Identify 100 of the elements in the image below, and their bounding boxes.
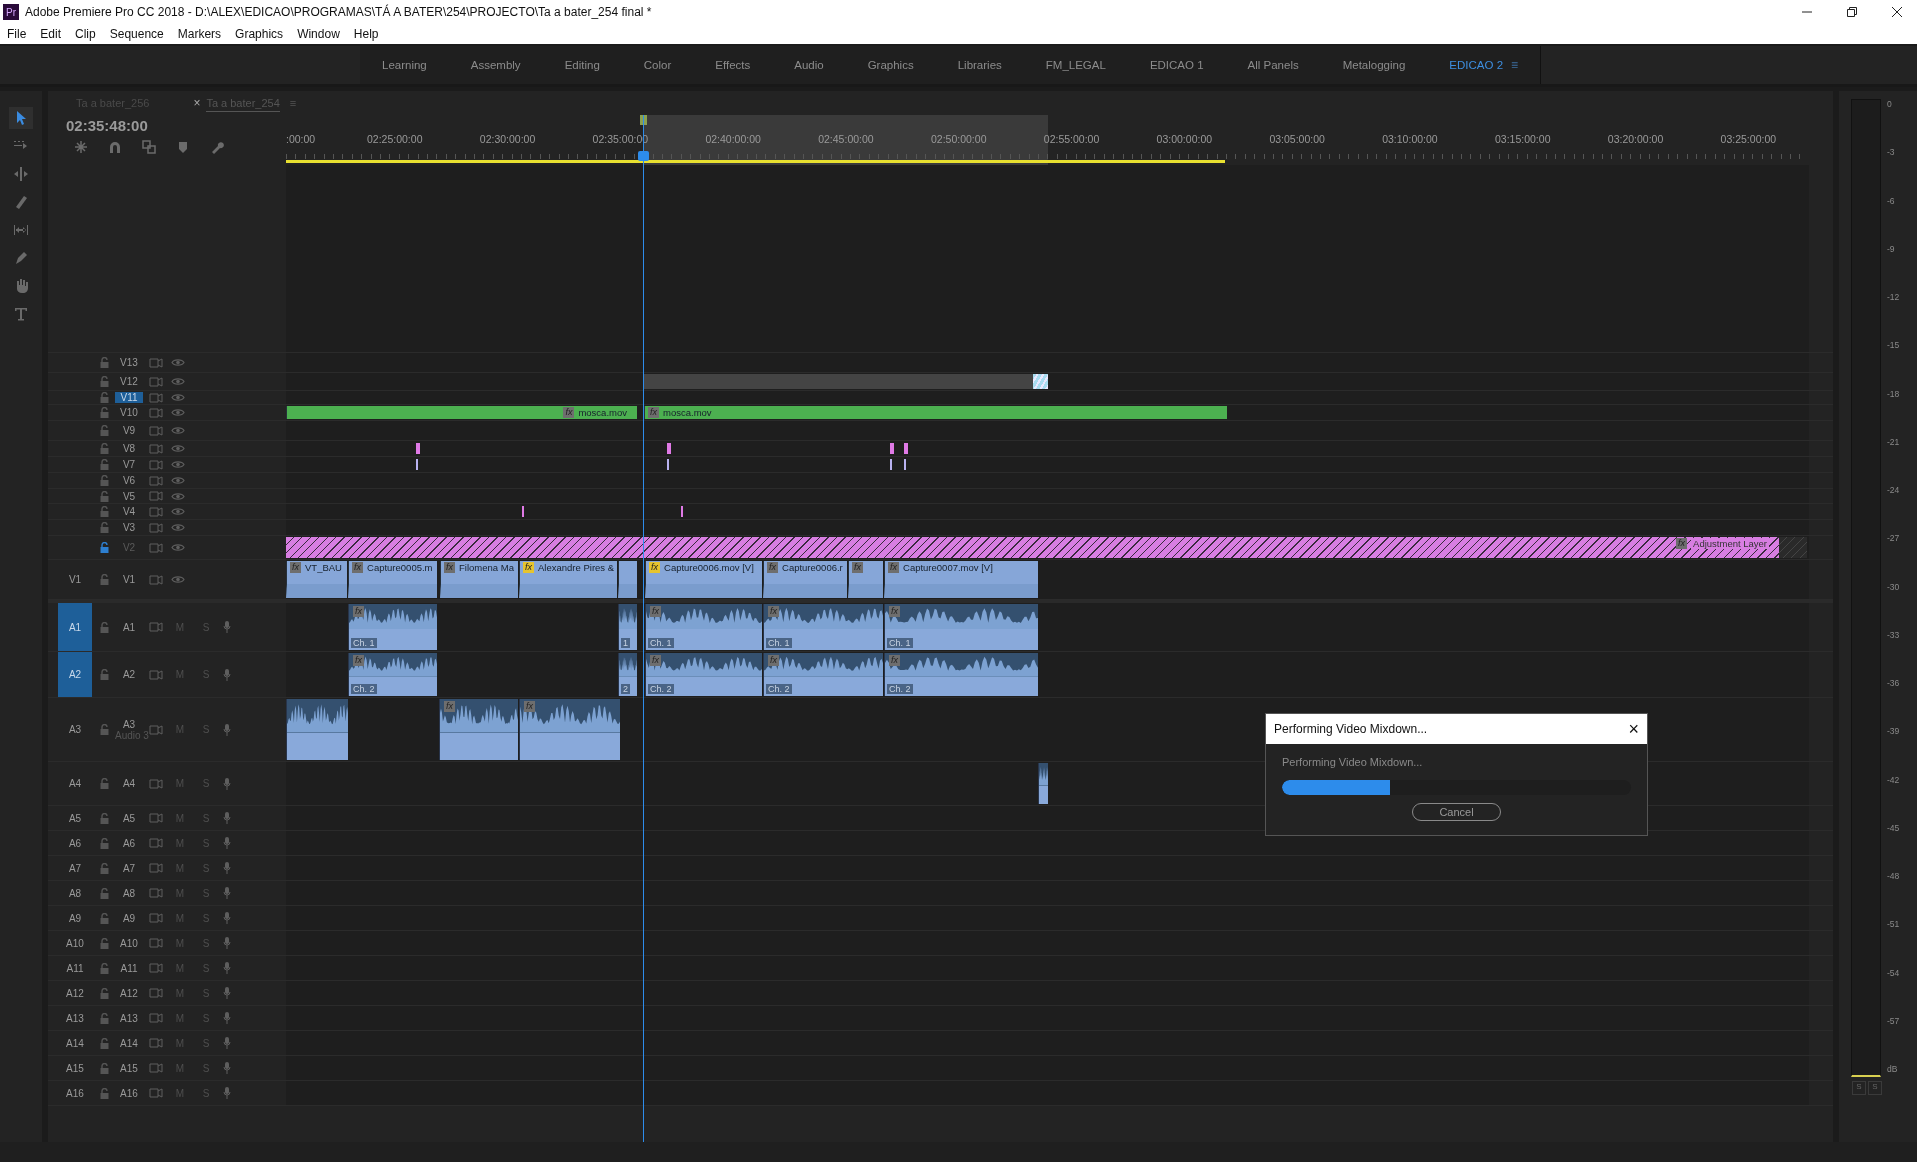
- track-name[interactable]: A14: [115, 1037, 143, 1049]
- sync-lock-icon[interactable]: [149, 988, 163, 998]
- source-patch[interactable]: A11: [58, 956, 92, 980]
- eye-icon[interactable]: [171, 377, 185, 386]
- lock-icon[interactable]: [100, 724, 109, 735]
- source-patch[interactable]: A3: [58, 698, 92, 761]
- audio-clip[interactable]: fx Ch. 2: [763, 653, 883, 696]
- menu-item[interactable]: Edit: [40, 27, 62, 41]
- lock-icon[interactable]: [100, 1087, 109, 1099]
- source-patch[interactable]: A7: [58, 856, 92, 880]
- source-patch[interactable]: A2: [58, 652, 92, 697]
- track-name[interactable]: V10: [115, 407, 143, 418]
- eye-icon[interactable]: [171, 476, 185, 485]
- sync-lock-icon[interactable]: [149, 778, 163, 789]
- microphone-icon[interactable]: [223, 1012, 231, 1024]
- eye-icon[interactable]: [171, 408, 185, 417]
- video-clip[interactable]: fx mosca.mov: [644, 406, 1227, 419]
- sync-lock-icon[interactable]: [149, 392, 163, 403]
- source-patch[interactable]: A10: [58, 931, 92, 955]
- eye-icon[interactable]: [171, 491, 185, 501]
- source-patch[interactable]: A9: [58, 906, 92, 930]
- track-name[interactable]: A8: [115, 887, 143, 899]
- restore-icon[interactable]: [1846, 6, 1858, 18]
- lock-icon[interactable]: [100, 962, 109, 974]
- audio-clip[interactable]: fx Ch. 1: [884, 604, 1038, 650]
- eye-icon[interactable]: [171, 543, 185, 552]
- lock-icon[interactable]: [100, 574, 109, 585]
- marker-icon[interactable]: [176, 140, 190, 154]
- microphone-icon[interactable]: [223, 987, 231, 999]
- linked-selection-icon[interactable]: [142, 140, 156, 154]
- sync-lock-icon[interactable]: [149, 407, 163, 418]
- track-name[interactable]: A2: [115, 669, 143, 680]
- microphone-icon[interactable]: [223, 837, 231, 849]
- track-name[interactable]: A16: [115, 1087, 143, 1099]
- lock-icon[interactable]: [100, 506, 109, 517]
- audio-clip[interactable]: fx: [519, 699, 620, 760]
- workspace-menu-button[interactable]: ≡: [1511, 58, 1519, 72]
- menu-item[interactable]: Graphics: [235, 27, 284, 41]
- sync-lock-icon[interactable]: [149, 574, 163, 585]
- track-name[interactable]: V6: [115, 475, 143, 486]
- lock-icon[interactable]: [100, 778, 109, 789]
- video-clip[interactable]: fx Capture0006.r: [763, 561, 847, 598]
- track-name[interactable]: V8: [115, 443, 143, 454]
- audio-clip[interactable]: [286, 699, 348, 760]
- track-name[interactable]: V9: [115, 425, 143, 436]
- video-clip[interactable]: fx mosca.mov: [286, 406, 637, 419]
- clip-marker[interactable]: [890, 459, 892, 470]
- track-name[interactable]: A13: [115, 1012, 143, 1024]
- eye-icon[interactable]: [171, 523, 185, 532]
- lock-icon[interactable]: [100, 887, 109, 899]
- lock-icon[interactable]: [100, 912, 109, 924]
- wrench-icon[interactable]: [210, 140, 224, 154]
- source-patch[interactable]: A13: [58, 1006, 92, 1030]
- sync-lock-icon[interactable]: [149, 913, 163, 923]
- video-clip[interactable]: fx Capture0005.m: [348, 561, 437, 598]
- video-clip[interactable]: fx Alexandre Pires &: [519, 561, 617, 598]
- lock-icon[interactable]: [100, 1012, 109, 1024]
- track-name[interactable]: V3: [115, 522, 143, 533]
- track-name[interactable]: V13: [115, 357, 143, 368]
- source-patch[interactable]: A8: [58, 881, 92, 905]
- track-name[interactable]: A11: [115, 962, 143, 974]
- workspace-tab[interactable]: Metalogging: [1320, 59, 1428, 71]
- lock-icon[interactable]: [100, 812, 109, 824]
- selection-tool-icon[interactable]: [9, 107, 33, 129]
- sync-lock-icon[interactable]: [149, 425, 163, 436]
- lock-icon[interactable]: [100, 376, 109, 387]
- locked-lock-icon[interactable]: [100, 542, 109, 553]
- video-clip[interactable]: fx: [848, 561, 883, 598]
- track-name[interactable]: V7: [115, 459, 143, 470]
- source-patch[interactable]: A16: [58, 1081, 92, 1105]
- track-name[interactable]: A6: [115, 837, 143, 849]
- microphone-icon[interactable]: [223, 668, 231, 681]
- sync-lock-icon[interactable]: [149, 459, 163, 470]
- sync-lock-icon[interactable]: [149, 357, 163, 368]
- track-name[interactable]: V11: [115, 392, 143, 403]
- clip-marker[interactable]: [667, 443, 671, 454]
- video-clip[interactable]: fx Filomena Ma: [440, 561, 518, 598]
- eye-icon[interactable]: [171, 444, 185, 453]
- clip-marker[interactable]: [904, 459, 906, 470]
- microphone-icon[interactable]: [223, 962, 231, 974]
- eye-icon[interactable]: [171, 358, 185, 367]
- lock-icon[interactable]: [100, 459, 109, 470]
- lock-icon[interactable]: [100, 1062, 109, 1074]
- workspace-tab[interactable]: All Panels: [1225, 59, 1321, 71]
- microphone-icon[interactable]: [223, 1062, 231, 1074]
- timecode[interactable]: 02:35:48:00: [66, 117, 148, 134]
- workspace-tab[interactable]: Graphics: [845, 59, 936, 71]
- tab-close-button[interactable]: ×: [193, 96, 201, 110]
- track-name[interactable]: V4: [115, 506, 143, 517]
- menu-item[interactable]: Help: [353, 27, 379, 41]
- track-name[interactable]: A15: [115, 1062, 143, 1074]
- lock-icon[interactable]: [100, 522, 109, 533]
- menu-item[interactable]: Sequence: [109, 27, 164, 41]
- eye-icon[interactable]: [171, 507, 185, 516]
- sync-lock-icon[interactable]: [149, 863, 163, 873]
- video-clip[interactable]: [618, 561, 637, 598]
- menu-item[interactable]: Window: [297, 27, 340, 41]
- workspace-tab[interactable]: EDICAO 2: [1427, 59, 1512, 71]
- clip-marker[interactable]: [522, 506, 524, 517]
- sync-lock-icon[interactable]: [149, 963, 163, 973]
